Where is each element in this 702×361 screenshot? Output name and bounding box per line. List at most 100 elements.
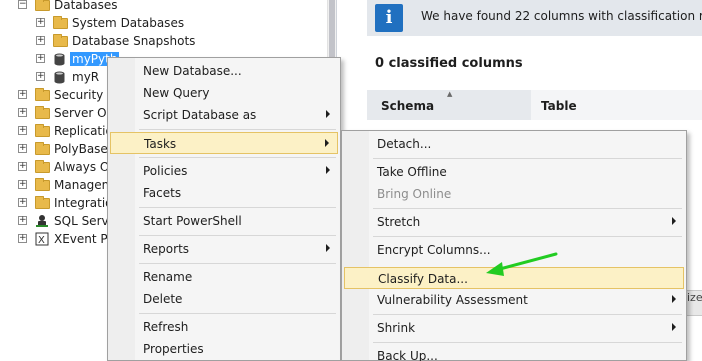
folder-icon: [35, 142, 50, 155]
tree-node-label: Replicatio: [54, 124, 113, 138]
menu-item-tasks[interactable]: Tasks: [110, 132, 338, 154]
tree-node-label: myR: [72, 70, 100, 84]
database-context-menu: New Database... New Query Script Databas…: [107, 57, 341, 361]
column-header-label: Schema: [381, 99, 435, 113]
expand-icon[interactable]: +: [18, 126, 27, 135]
menu-item-bring-online: Bring Online: [344, 183, 684, 205]
menu-separator: [139, 207, 336, 208]
tree-node-label: Managem: [54, 178, 114, 192]
menu-separator: [373, 314, 682, 315]
menu-item-label: Bring Online: [377, 187, 452, 201]
folder-icon: [35, 124, 50, 137]
folder-icon: [35, 196, 50, 209]
menu-item-label: Classify Data...: [378, 272, 468, 286]
expand-icon[interactable]: +: [18, 216, 27, 225]
folder-icon: [53, 34, 68, 47]
expand-icon[interactable]: +: [18, 162, 27, 171]
column-header-schema[interactable]: ▲ Schema: [367, 90, 531, 120]
tree-node-label: System Databases: [72, 16, 185, 30]
menu-item-label: Script Database as: [143, 108, 257, 122]
tree-node-database-snapshots[interactable]: + Database Snapshots: [0, 32, 320, 50]
svg-text:X: X: [38, 235, 45, 246]
sort-ascending-icon: ▲: [447, 90, 453, 98]
tree-node-databases[interactable]: − Databases: [0, 0, 320, 14]
menu-item-label: Rename: [143, 270, 193, 284]
classified-columns-count: 0 classified columns: [375, 56, 523, 71]
menu-item-back-up[interactable]: Back Up...: [344, 345, 684, 361]
folder-icon: [35, 0, 50, 11]
annotation-arrow-icon: [486, 252, 558, 276]
menu-item-facets[interactable]: Facets: [110, 182, 338, 204]
menu-item-shrink[interactable]: Shrink: [344, 317, 684, 339]
menu-item-policies[interactable]: Policies: [110, 160, 338, 182]
menu-separator: [373, 158, 682, 159]
menu-item-new-query[interactable]: New Query: [110, 82, 338, 104]
collapse-icon[interactable]: −: [18, 0, 27, 9]
menu-item-refresh[interactable]: Refresh: [110, 316, 338, 338]
grid-header: ▲ Schema Table: [367, 90, 702, 120]
info-message: We have found 22 columns with classifica…: [421, 9, 702, 23]
menu-item-label: Back Up...: [377, 349, 438, 361]
menu-item-label: New Query: [143, 86, 210, 100]
tree-node-label: PolyBase: [54, 142, 108, 156]
expand-icon[interactable]: +: [36, 72, 45, 81]
menu-item-reports[interactable]: Reports: [110, 238, 338, 260]
menu-item-label: New Database...: [143, 64, 242, 78]
menu-separator: [373, 208, 682, 209]
tree-node-label: Database Snapshots: [72, 34, 196, 48]
partial-button[interactable]: ize: [685, 290, 702, 316]
expand-icon[interactable]: +: [18, 198, 27, 207]
menu-separator: [139, 129, 336, 130]
expand-icon[interactable]: +: [18, 108, 27, 117]
menu-item-delete[interactable]: Delete: [110, 288, 338, 310]
menu-item-label: Vulnerability Assessment: [377, 293, 528, 307]
column-header-label: Table: [541, 99, 577, 113]
expand-icon[interactable]: +: [18, 90, 27, 99]
expand-icon[interactable]: +: [18, 234, 27, 243]
submenu-arrow-icon: [326, 166, 330, 174]
menu-separator: [139, 235, 336, 236]
menu-item-label: Reports: [143, 242, 190, 256]
menu-item-take-offline[interactable]: Take Offline: [344, 161, 684, 183]
folder-icon: [35, 160, 50, 173]
tree-node-label: Databases: [54, 0, 118, 12]
menu-separator: [139, 263, 336, 264]
menu-item-script-database-as[interactable]: Script Database as: [110, 104, 338, 126]
info-bar: i We have found 22 columns with classifi…: [367, 0, 702, 36]
submenu-arrow-icon: [326, 244, 330, 252]
expand-icon[interactable]: +: [36, 54, 45, 63]
menu-item-label: Detach...: [377, 137, 432, 151]
xevent-profiler-icon: X: [35, 232, 49, 246]
tree-node-system-databases[interactable]: + System Databases: [0, 14, 320, 32]
submenu-arrow-icon: [672, 323, 676, 331]
folder-icon: [35, 178, 50, 191]
menu-item-label: Facets: [143, 186, 182, 200]
expand-icon[interactable]: +: [18, 144, 27, 153]
tasks-submenu: Detach... Take Offline Bring Online Stre…: [341, 130, 687, 361]
menu-item-label: Encrypt Columns...: [377, 243, 491, 257]
menu-item-label: Start PowerShell: [143, 214, 242, 228]
submenu-arrow-icon: [672, 217, 676, 225]
folder-icon: [35, 88, 50, 101]
menu-item-label: Tasks: [144, 137, 177, 151]
database-icon: [54, 71, 65, 84]
folder-icon: [35, 106, 50, 119]
menu-item-detach[interactable]: Detach...: [344, 133, 684, 155]
expand-icon[interactable]: +: [18, 180, 27, 189]
submenu-arrow-icon: [672, 295, 676, 303]
menu-item-new-database[interactable]: New Database...: [110, 60, 338, 82]
menu-item-vulnerability-assessment[interactable]: Vulnerability Assessment: [344, 289, 684, 311]
menu-item-label: Refresh: [143, 320, 189, 334]
menu-item-start-powershell[interactable]: Start PowerShell: [110, 210, 338, 232]
menu-item-label: Delete: [143, 292, 183, 306]
expand-icon[interactable]: +: [36, 36, 45, 45]
expand-icon[interactable]: +: [36, 18, 45, 27]
menu-item-rename[interactable]: Rename: [110, 266, 338, 288]
menu-item-stretch[interactable]: Stretch: [344, 211, 684, 233]
menu-item-properties[interactable]: Properties: [110, 338, 338, 360]
menu-separator: [139, 157, 336, 158]
folder-icon: [53, 16, 68, 29]
menu-separator: [373, 342, 682, 343]
database-icon: [54, 53, 65, 66]
tree-node-label: Security: [54, 88, 104, 102]
